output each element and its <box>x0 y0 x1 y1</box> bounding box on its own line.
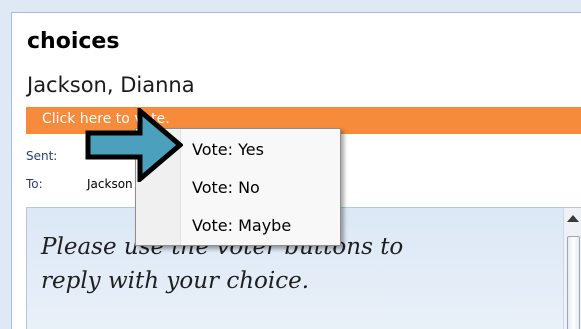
menu-item-vote-no[interactable]: Vote: No <box>192 178 260 197</box>
menu-item-vote-yes[interactable]: Vote: Yes <box>192 140 264 159</box>
sent-label: Sent: <box>26 149 58 163</box>
to-label: To: <box>26 177 43 191</box>
vertical-scrollbar[interactable] <box>563 208 581 329</box>
scroll-thumb[interactable] <box>567 236 580 329</box>
message-subject: choices <box>27 29 120 54</box>
menu-item-vote-maybe[interactable]: Vote: Maybe <box>192 216 291 235</box>
arrow-pointer-icon <box>85 108 183 182</box>
chevron-up-icon[interactable] <box>567 215 579 222</box>
message-sender: Jackson, Dianna <box>27 73 195 97</box>
